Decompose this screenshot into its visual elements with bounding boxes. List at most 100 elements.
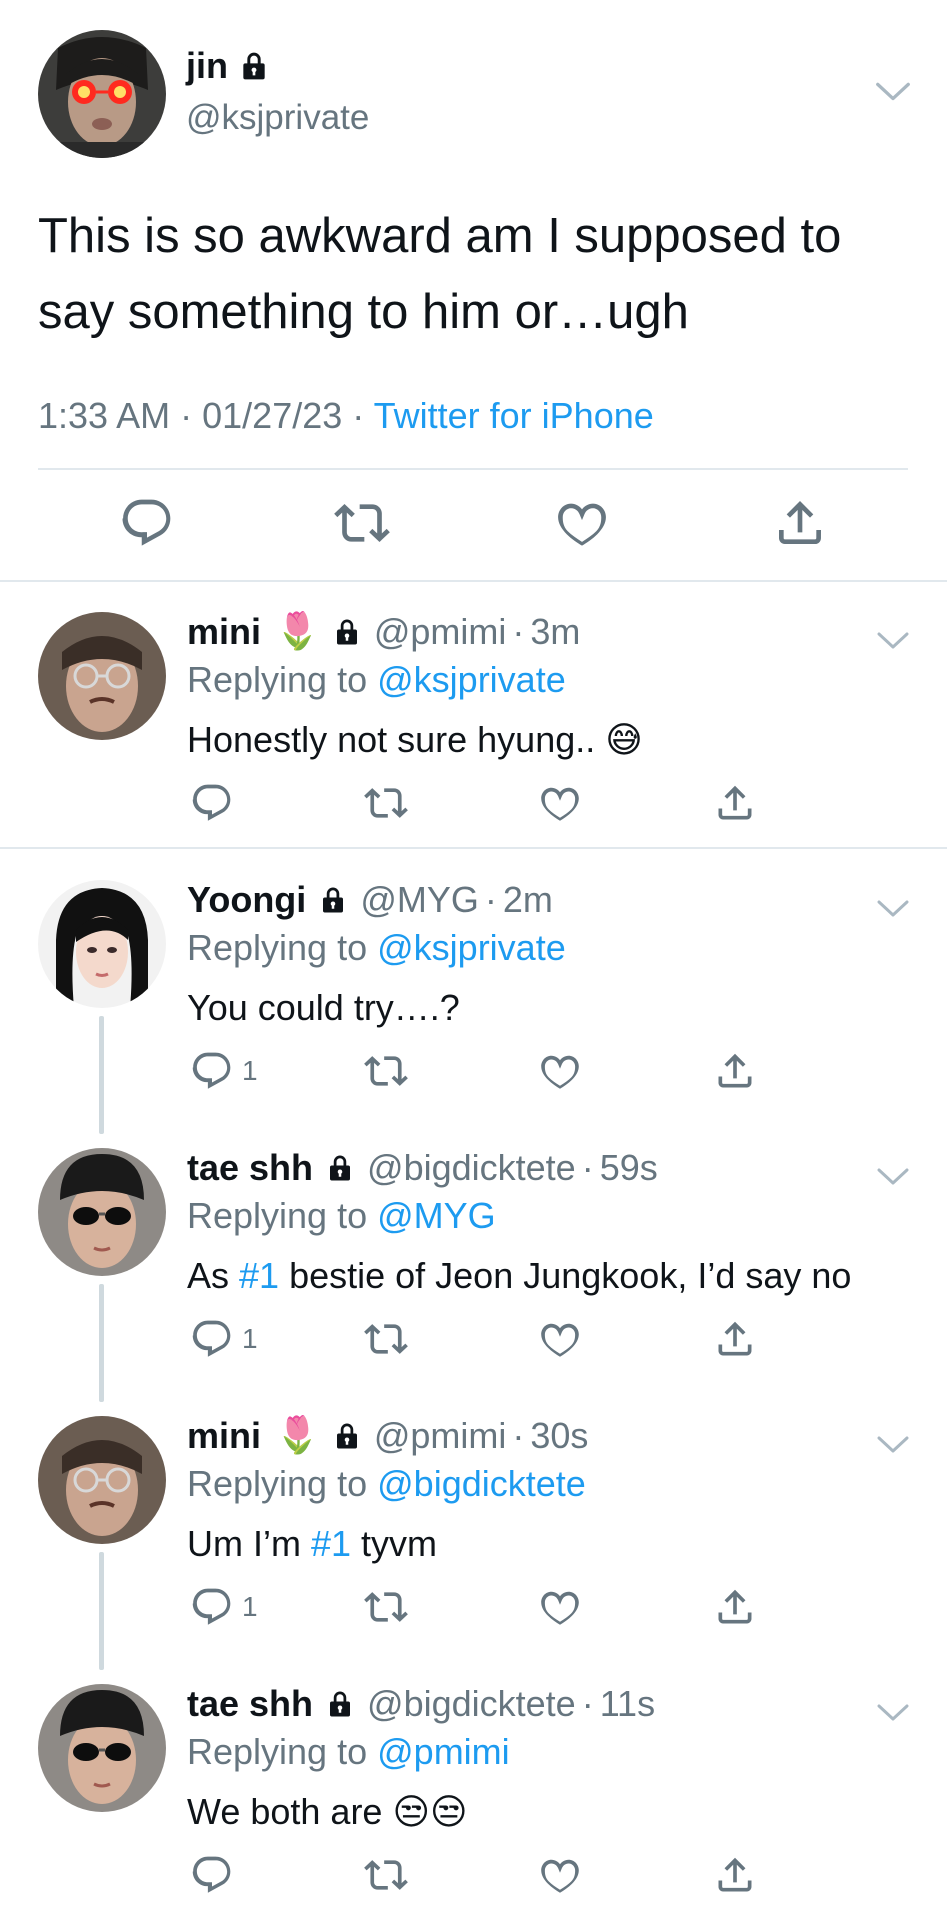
- display-name-text[interactable]: jin: [186, 48, 228, 84]
- lock-icon: [325, 1153, 355, 1183]
- lock-icon: [325, 1689, 355, 1719]
- reply-header: tae shh @bigdicktete · 11s: [187, 1686, 655, 1722]
- user-handle[interactable]: @bigdicktete: [367, 1686, 576, 1722]
- chevron-down-icon[interactable]: [876, 630, 910, 652]
- reply-icon[interactable]: [190, 1317, 234, 1361]
- emoji: 😅: [605, 720, 643, 761]
- reply-icon[interactable]: [119, 495, 175, 551]
- reply-count: 1: [242, 1323, 258, 1354]
- share-icon[interactable]: [772, 495, 828, 551]
- display-name[interactable]: mini: [187, 614, 261, 650]
- avatar-image: [38, 1148, 166, 1276]
- display-name[interactable]: tae shh: [187, 1686, 313, 1722]
- avatar-image: [38, 612, 166, 740]
- avatar[interactable]: [38, 1416, 166, 1544]
- share-icon[interactable]: [713, 781, 757, 825]
- retweet-icon[interactable]: [364, 1853, 408, 1897]
- lock-icon: [332, 617, 362, 647]
- reply-tweet[interactable]: Yoongi @MYG · 2m Replying to @ksjprivate…: [0, 880, 947, 1148]
- avatar[interactable]: [38, 1684, 166, 1812]
- retweet-icon[interactable]: [334, 495, 390, 551]
- share-icon[interactable]: [713, 1585, 757, 1629]
- avatar-image: [38, 880, 166, 1008]
- like-icon[interactable]: [538, 1317, 582, 1361]
- main-tweet[interactable]: jin @ksjprivate This is so awkward am I …: [0, 0, 947, 580]
- display-name[interactable]: mini: [187, 1418, 261, 1454]
- retweet-icon[interactable]: [364, 1585, 408, 1629]
- replying-label: Replying to: [187, 1731, 368, 1772]
- retweet-icon[interactable]: [364, 1049, 408, 1093]
- reply-tweet[interactable]: tae shh @bigdicktete · 59s Replying to @…: [0, 1148, 947, 1416]
- replying-to: Replying to @bigdicktete: [187, 1466, 586, 1502]
- reply-icon[interactable]: [190, 781, 234, 825]
- tweet-text: Honestly not sure hyung.. 😅: [187, 722, 643, 759]
- like-icon[interactable]: [538, 781, 582, 825]
- tweet-text-part: We both are: [187, 1791, 393, 1832]
- tweet-time: 1:33 AM: [38, 395, 171, 436]
- emoji: 😒😒: [392, 1792, 468, 1833]
- user-handle[interactable]: @pmimi: [374, 1418, 507, 1454]
- tweet-text: As #1 bestie of Jeon Jungkook, I’d say n…: [187, 1258, 851, 1294]
- reply-icon[interactable]: [190, 1585, 234, 1629]
- reply-count: 1: [242, 1591, 258, 1622]
- chevron-down-icon[interactable]: [876, 898, 910, 920]
- mention-link[interactable]: @bigdicktete: [377, 1463, 586, 1504]
- reply-icon[interactable]: [190, 1049, 234, 1093]
- mention-link[interactable]: @ksjprivate: [377, 927, 566, 968]
- reply-header: mini 🌷 @pmimi · 30s: [187, 1418, 588, 1454]
- reply-tweet[interactable]: mini 🌷 @pmimi · 30s Replying to @bigdick…: [0, 1416, 947, 1684]
- retweet-icon[interactable]: [364, 1317, 408, 1361]
- chevron-down-icon[interactable]: [876, 1166, 910, 1188]
- avatar[interactable]: [38, 1148, 166, 1276]
- share-icon[interactable]: [713, 1853, 757, 1897]
- avatar[interactable]: [38, 612, 166, 740]
- replying-to: Replying to @pmimi: [187, 1734, 510, 1770]
- avatar[interactable]: [38, 880, 166, 1008]
- hashtag-link[interactable]: #1: [311, 1523, 351, 1564]
- replying-to: Replying to @ksjprivate: [187, 930, 566, 966]
- user-handle[interactable]: @MYG: [360, 882, 479, 918]
- lock-icon: [238, 50, 270, 82]
- display-name[interactable]: tae shh: [187, 1150, 313, 1186]
- reply-header: mini 🌷 @pmimi · 3m: [187, 614, 580, 650]
- chevron-down-icon[interactable]: [874, 80, 912, 104]
- share-icon[interactable]: [713, 1317, 757, 1361]
- display-name[interactable]: jin: [186, 48, 270, 84]
- tweet-text-part: Um I’m: [187, 1523, 311, 1564]
- divider: [38, 468, 908, 470]
- mention-link[interactable]: @MYG: [377, 1195, 496, 1236]
- reply-tweet[interactable]: tae shh @bigdicktete · 11s Replying to @…: [0, 1684, 947, 1920]
- user-handle[interactable]: @ksjprivate: [186, 100, 369, 135]
- reply-icon[interactable]: [190, 1853, 234, 1897]
- like-icon[interactable]: [554, 495, 610, 551]
- chevron-down-icon[interactable]: [876, 1434, 910, 1456]
- like-icon[interactable]: [538, 1853, 582, 1897]
- tweet-actions: 1: [0, 1316, 947, 1362]
- tulip-emoji: 🌷: [275, 611, 320, 652]
- tweet-actions: 1: [0, 1584, 947, 1630]
- mention-link[interactable]: @ksjprivate: [377, 659, 566, 700]
- chevron-down-icon[interactable]: [876, 1702, 910, 1724]
- user-handle[interactable]: @pmimi: [374, 614, 507, 650]
- user-handle[interactable]: @bigdicktete: [367, 1150, 576, 1186]
- divider: [0, 580, 947, 582]
- lock-icon: [318, 885, 348, 915]
- reply-header: Yoongi @MYG · 2m: [187, 882, 553, 918]
- meta-separator: ·: [352, 395, 365, 436]
- share-icon[interactable]: [713, 1049, 757, 1093]
- mention-link[interactable]: @pmimi: [377, 1731, 510, 1772]
- display-name[interactable]: Yoongi: [187, 882, 306, 918]
- like-icon[interactable]: [538, 1585, 582, 1629]
- tweet-text: This is so awkward am I supposed to say …: [38, 209, 842, 339]
- reply-tweet[interactable]: mini 🌷 @pmimi · 3m Replying to @ksjpriva…: [0, 612, 947, 880]
- tweet-text-part: Honestly not sure hyung..: [187, 719, 606, 760]
- replying-to: Replying to @MYG: [187, 1198, 496, 1234]
- retweet-icon[interactable]: [364, 781, 408, 825]
- like-icon[interactable]: [538, 1049, 582, 1093]
- hashtag-link[interactable]: #1: [239, 1255, 279, 1296]
- tweet-actions: [0, 495, 947, 555]
- tweet-date: 01/27/23: [202, 395, 343, 436]
- tweet-source-link[interactable]: Twitter for iPhone: [374, 395, 654, 436]
- tulip-emoji: 🌷: [275, 1415, 320, 1456]
- avatar[interactable]: [38, 30, 166, 158]
